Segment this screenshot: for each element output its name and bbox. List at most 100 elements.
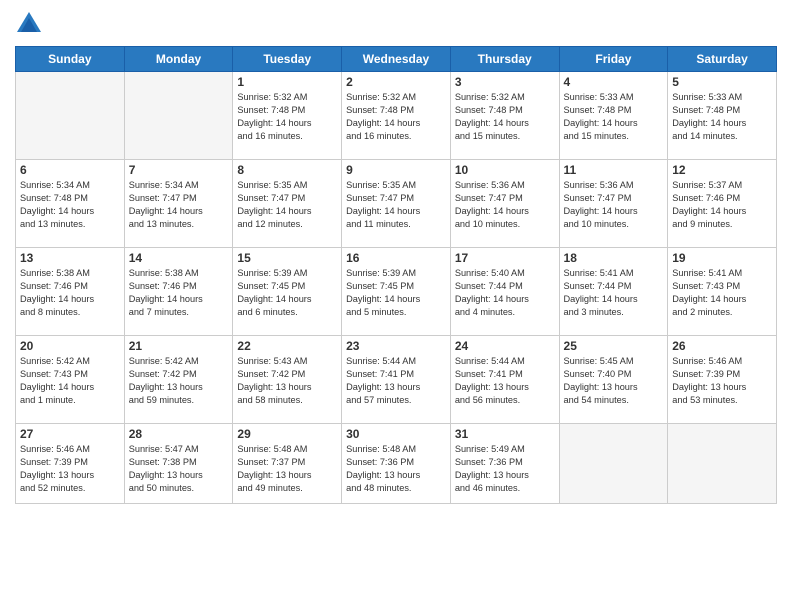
calendar-week-row: 13 Sunrise: 5:38 AM Sunset: 7:46 PM Dayli… [16,248,777,336]
calendar-cell: 11Sunrise: 5:36 AM Sunset: 7:47 PM Dayli… [559,160,668,248]
day-number: 13 [20,251,120,265]
day-number: 2 [346,75,446,89]
calendar-cell: 13 Sunrise: 5:38 AM Sunset: 7:46 PM Dayli… [16,248,125,336]
calendar-cell: 19 Sunrise: 5:41 AM Sunset: 7:43 PM Dayli… [668,248,777,336]
header [15,10,777,38]
day-info: Sunrise: 5:38 AM Sunset: 7:46 PM Dayligh… [129,267,229,319]
day-number: 20 [20,339,120,353]
day-number: 19 [672,251,772,265]
day-info: Sunrise: 5:40 AM Sunset: 7:44 PM Dayligh… [455,267,555,319]
day-number: 18 [564,251,664,265]
day-number: 9 [346,163,446,177]
day-info: Sunrise: 5:36 AM Sunset: 7:47 PM Dayligh… [564,179,664,231]
day-info: Sunrise: 5:42 AM Sunset: 7:43 PM Dayligh… [20,355,120,407]
calendar-cell: 1 Sunrise: 5:32 AM Sunset: 7:48 PM Daylig… [233,72,342,160]
day-number: 8 [237,163,337,177]
calendar-cell: 28Sunrise: 5:47 AM Sunset: 7:38 PM Dayli… [124,424,233,504]
day-info: Sunrise: 5:41 AM Sunset: 7:43 PM Dayligh… [672,267,772,319]
logo [15,10,47,38]
calendar-week-row: 20 Sunrise: 5:42 AM Sunset: 7:43 PM Dayli… [16,336,777,424]
calendar-header-row: SundayMondayTuesdayWednesdayThursdayFrid… [16,47,777,72]
day-info: Sunrise: 5:38 AM Sunset: 7:46 PM Dayligh… [20,267,120,319]
calendar-cell: 17 Sunrise: 5:40 AM Sunset: 7:44 PM Dayli… [450,248,559,336]
day-number: 31 [455,427,555,441]
page: SundayMondayTuesdayWednesdayThursdayFrid… [0,0,792,612]
calendar-cell [124,72,233,160]
day-number: 22 [237,339,337,353]
day-number: 26 [672,339,772,353]
day-number: 17 [455,251,555,265]
day-header-monday: Monday [124,47,233,72]
calendar-cell: 12 Sunrise: 5:37 AM Sunset: 7:46 PM Dayli… [668,160,777,248]
day-info: Sunrise: 5:48 AM Sunset: 7:37 PM Dayligh… [237,443,337,495]
day-info: Sunrise: 5:44 AM Sunset: 7:41 PM Dayligh… [346,355,446,407]
calendar-cell: 7 Sunrise: 5:34 AM Sunset: 7:47 PM Daylig… [124,160,233,248]
calendar-cell [16,72,125,160]
day-info: Sunrise: 5:36 AM Sunset: 7:47 PM Dayligh… [455,179,555,231]
day-info: Sunrise: 5:46 AM Sunset: 7:39 PM Dayligh… [20,443,120,495]
calendar-cell: 18 Sunrise: 5:41 AM Sunset: 7:44 PM Dayli… [559,248,668,336]
calendar-cell: 15 Sunrise: 5:39 AM Sunset: 7:45 PM Dayli… [233,248,342,336]
calendar-cell: 8 Sunrise: 5:35 AM Sunset: 7:47 PM Daylig… [233,160,342,248]
day-number: 24 [455,339,555,353]
calendar-cell: 31 Sunrise: 5:49 AM Sunset: 7:36 PM Dayli… [450,424,559,504]
day-info: Sunrise: 5:42 AM Sunset: 7:42 PM Dayligh… [129,355,229,407]
day-info: Sunrise: 5:34 AM Sunset: 7:47 PM Dayligh… [129,179,229,231]
day-header-thursday: Thursday [450,47,559,72]
day-number: 29 [237,427,337,441]
day-info: Sunrise: 5:39 AM Sunset: 7:45 PM Dayligh… [237,267,337,319]
day-header-friday: Friday [559,47,668,72]
day-info: Sunrise: 5:44 AM Sunset: 7:41 PM Dayligh… [455,355,555,407]
day-number: 3 [455,75,555,89]
day-info: Sunrise: 5:43 AM Sunset: 7:42 PM Dayligh… [237,355,337,407]
day-header-tuesday: Tuesday [233,47,342,72]
day-number: 4 [564,75,664,89]
day-number: 25 [564,339,664,353]
day-number: 15 [237,251,337,265]
calendar-cell [559,424,668,504]
day-info: Sunrise: 5:41 AM Sunset: 7:44 PM Dayligh… [564,267,664,319]
calendar-cell: 20 Sunrise: 5:42 AM Sunset: 7:43 PM Dayli… [16,336,125,424]
day-info: Sunrise: 5:46 AM Sunset: 7:39 PM Dayligh… [672,355,772,407]
day-info: Sunrise: 5:47 AM Sunset: 7:38 PM Dayligh… [129,443,229,495]
calendar-cell: 21 Sunrise: 5:42 AM Sunset: 7:42 PM Dayli… [124,336,233,424]
calendar-cell: 3 Sunrise: 5:32 AM Sunset: 7:48 PM Daylig… [450,72,559,160]
calendar-cell: 30 Sunrise: 5:48 AM Sunset: 7:36 PM Dayli… [342,424,451,504]
day-number: 7 [129,163,229,177]
calendar-cell: 27 Sunrise: 5:46 AM Sunset: 7:39 PM Dayli… [16,424,125,504]
calendar-cell: 6 Sunrise: 5:34 AM Sunset: 7:48 PM Daylig… [16,160,125,248]
calendar-cell: 16 Sunrise: 5:39 AM Sunset: 7:45 PM Dayli… [342,248,451,336]
day-info: Sunrise: 5:39 AM Sunset: 7:45 PM Dayligh… [346,267,446,319]
day-number: 23 [346,339,446,353]
day-number: 12 [672,163,772,177]
day-info: Sunrise: 5:32 AM Sunset: 7:48 PM Dayligh… [346,91,446,143]
day-number: 27 [20,427,120,441]
day-info: Sunrise: 5:32 AM Sunset: 7:48 PM Dayligh… [237,91,337,143]
calendar-cell: 9Sunrise: 5:35 AM Sunset: 7:47 PM Daylig… [342,160,451,248]
day-header-wednesday: Wednesday [342,47,451,72]
calendar-cell: 2 Sunrise: 5:32 AM Sunset: 7:48 PM Daylig… [342,72,451,160]
day-info: Sunrise: 5:49 AM Sunset: 7:36 PM Dayligh… [455,443,555,495]
day-info: Sunrise: 5:34 AM Sunset: 7:48 PM Dayligh… [20,179,120,231]
day-number: 6 [20,163,120,177]
calendar-cell: 10 Sunrise: 5:36 AM Sunset: 7:47 PM Dayli… [450,160,559,248]
calendar-week-row: 1 Sunrise: 5:32 AM Sunset: 7:48 PM Daylig… [16,72,777,160]
calendar-cell: 29 Sunrise: 5:48 AM Sunset: 7:37 PM Dayli… [233,424,342,504]
day-header-saturday: Saturday [668,47,777,72]
day-info: Sunrise: 5:32 AM Sunset: 7:48 PM Dayligh… [455,91,555,143]
calendar-cell: 26 Sunrise: 5:46 AM Sunset: 7:39 PM Dayli… [668,336,777,424]
day-info: Sunrise: 5:37 AM Sunset: 7:46 PM Dayligh… [672,179,772,231]
day-number: 16 [346,251,446,265]
logo-icon [15,10,43,38]
calendar-week-row: 27 Sunrise: 5:46 AM Sunset: 7:39 PM Dayli… [16,424,777,504]
day-number: 30 [346,427,446,441]
calendar-cell: 4Sunrise: 5:33 AM Sunset: 7:48 PM Daylig… [559,72,668,160]
day-info: Sunrise: 5:35 AM Sunset: 7:47 PM Dayligh… [237,179,337,231]
calendar-cell: 22 Sunrise: 5:43 AM Sunset: 7:42 PM Dayli… [233,336,342,424]
day-number: 14 [129,251,229,265]
day-info: Sunrise: 5:48 AM Sunset: 7:36 PM Dayligh… [346,443,446,495]
day-number: 21 [129,339,229,353]
day-number: 1 [237,75,337,89]
day-number: 10 [455,163,555,177]
calendar-cell [668,424,777,504]
